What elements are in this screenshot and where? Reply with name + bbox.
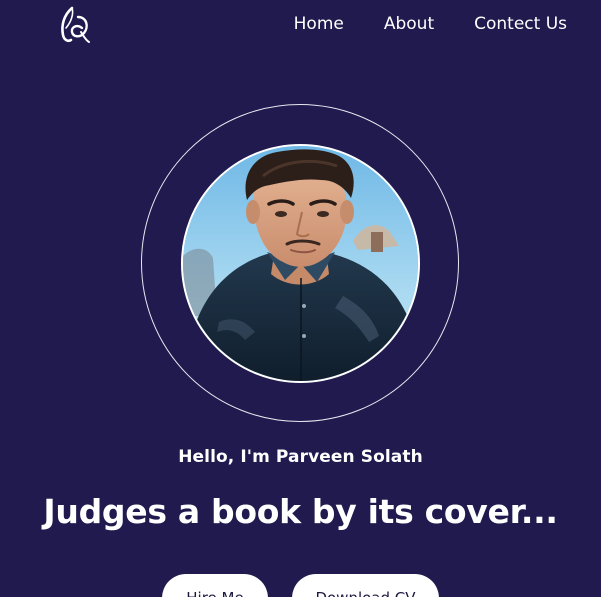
- nav-home[interactable]: Home: [294, 14, 344, 34]
- nav-contact[interactable]: Contect Us: [474, 14, 567, 34]
- download-cv-button[interactable]: Download CV: [292, 574, 439, 597]
- greeting-text: Hello, I'm Parveen Solath: [178, 447, 423, 467]
- logo-icon[interactable]: [58, 5, 92, 45]
- nav-about[interactable]: About: [384, 14, 434, 34]
- avatar: [181, 144, 420, 383]
- main-nav: Home About Contect Us: [294, 14, 567, 34]
- hero-page: Home About Contect Us Hello, I'm Parveen…: [0, 0, 601, 597]
- headline: Judges a book by its cover...: [43, 492, 558, 531]
- profile-photo-icon: [183, 146, 418, 381]
- hire-me-button[interactable]: Hire Me: [162, 574, 268, 597]
